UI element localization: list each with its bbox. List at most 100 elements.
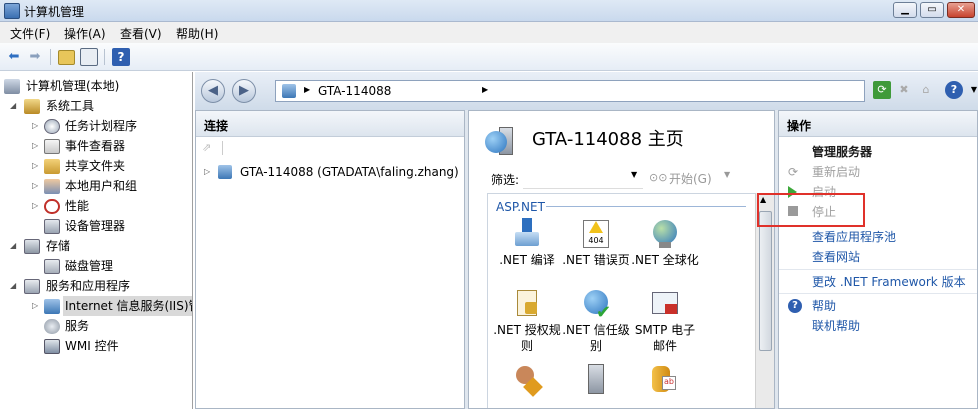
actions-divider [779, 269, 977, 270]
net-error-pages-icon: 404 [580, 218, 612, 250]
feature-net-authorization[interactable]: .NET 授权规则 [492, 288, 562, 354]
expand-icon[interactable]: ▷ [32, 116, 42, 136]
computer-icon [4, 79, 20, 94]
minimize-button[interactable]: ▁ [893, 2, 917, 18]
collapse-icon[interactable]: ◢ [10, 96, 20, 116]
change-net-framework-link[interactable]: 更改 .NET Framework 版本 [812, 273, 966, 291]
feature-net-trust-levels[interactable]: ✔ .NET 信任级别 [561, 288, 631, 354]
page-title: GTA-114088 主页 [532, 129, 684, 150]
breadcrumb-arrow-icon[interactable]: ▶ [482, 85, 488, 94]
shared-folder-icon [44, 159, 60, 174]
help-icon: ? [788, 299, 802, 313]
chevron-down-icon[interactable]: ▼ [631, 170, 637, 179]
stop-icon[interactable]: ✖ [895, 81, 913, 99]
menu-file[interactable]: 文件(F) [10, 25, 50, 42]
iis-icon [44, 299, 60, 314]
help-icon[interactable]: ? [945, 81, 963, 99]
actions-panel: 操作 管理服务器 ⟳ 重新启动 启动 停止 查看应用程序池 查看网站 更改 .N… [778, 110, 978, 409]
back-arrow-icon[interactable]: ⬅ [5, 48, 23, 66]
breadcrumb-arrow-icon[interactable]: ▶ [304, 85, 310, 94]
connections-panel: 连接 ⇗ ▷ GTA-114088 (GTADATA\faling.zhang) [195, 110, 465, 409]
start-button[interactable]: 开始(G) [669, 170, 712, 187]
restart-icon: ⟳ [788, 165, 799, 179]
maximize-button[interactable]: ▭ [920, 2, 944, 18]
home-panel: GTA-114088 主页 筛选: ▼ ⊙⊙ 开始(G) ▼ ASP.NET .… [468, 110, 775, 409]
net-compile-icon [511, 218, 543, 250]
performance-icon [44, 199, 60, 214]
scrollbar-thumb[interactable] [759, 211, 772, 351]
toolbar-separator [222, 141, 223, 155]
toolbar: ⬅ ➡ ? [0, 43, 978, 71]
feature-net-globalization[interactable]: .NET 全球化 [630, 218, 700, 268]
menu-bar: 文件(F) 操作(A) 查看(V) 帮助(H) [0, 22, 978, 43]
iis-manager: ◀ ▶ ▶ GTA-114088 ▶ ⟳ ✖ ⌂ ? ▼ 连接 ⇗ ▷ GTA-… [195, 72, 978, 409]
collapse-icon[interactable]: ◢ [10, 276, 20, 296]
filter-bar: 筛选: ▼ ⊙⊙ 开始(G) ▼ [487, 167, 763, 191]
gear-icon [44, 319, 60, 334]
server-icon [218, 165, 232, 179]
section-divider [546, 206, 746, 207]
device-manager-icon [44, 219, 60, 234]
storage-icon [24, 239, 40, 254]
console-tree: 计算机管理(本地) ◢ 系统工具 ▷ 任务计划程序 ▷ 事件查看器 ▷ 共享文件… [0, 72, 193, 409]
address-bar[interactable]: ▶ GTA-114088 ▶ [275, 80, 865, 102]
database-feature-icon[interactable]: ab [648, 364, 680, 396]
connections-header: 连接 [196, 111, 464, 137]
breadcrumb-server[interactable]: GTA-114088 [318, 84, 391, 98]
window-title: 计算机管理 [24, 5, 85, 19]
menu-action[interactable]: 操作(A) [64, 25, 106, 42]
services-apps-icon [24, 279, 40, 294]
net-authorization-icon [511, 288, 543, 320]
feature-net-error-pages[interactable]: 404 .NET 错误页 [561, 218, 631, 268]
help-icon[interactable]: ? [112, 48, 130, 66]
forward-arrow-icon[interactable]: ➡ [26, 48, 44, 66]
filter-label: 筛选: [491, 173, 520, 187]
user-feature-icon[interactable] [510, 364, 543, 397]
features-view: ASP.NET .NET 编译 404 .NET 错误页 .NET 全球化 .N… [487, 193, 755, 408]
expand-icon[interactable]: ▷ [32, 176, 42, 196]
chevron-down-icon[interactable]: ▼ [724, 170, 730, 179]
view-sites-link[interactable]: 查看网站 [812, 248, 860, 266]
connect-icon[interactable]: ⇗ [202, 141, 216, 155]
expand-icon[interactable]: ▷ [32, 296, 42, 316]
address-bar-area: ◀ ▶ ▶ GTA-114088 ▶ ⟳ ✖ ⌂ ? ▼ [195, 72, 978, 110]
users-icon [44, 179, 60, 194]
expand-icon[interactable]: ▷ [32, 196, 42, 216]
refresh-icon[interactable]: ⟳ [873, 81, 891, 99]
event-viewer-icon [44, 139, 60, 154]
home-icon[interactable]: ⌂ [917, 81, 935, 99]
feature-smtp-email[interactable]: SMTP 电子邮件 [630, 288, 700, 354]
net-globalization-icon [649, 218, 681, 250]
help-link[interactable]: 帮助 [812, 297, 836, 315]
close-button[interactable]: ✕ [947, 2, 975, 18]
toolbar-separator [104, 49, 105, 65]
menu-help[interactable]: 帮助(H) [176, 25, 218, 42]
server-globe-icon [483, 123, 517, 157]
clock-icon [44, 119, 60, 134]
online-help-link[interactable]: 联机帮助 [812, 317, 860, 335]
view-app-pools-link[interactable]: 查看应用程序池 [812, 228, 896, 246]
feature-net-compile[interactable]: .NET 编译 [492, 218, 562, 268]
forward-button[interactable]: ▶ [232, 79, 256, 103]
net-trust-levels-icon: ✔ [580, 288, 612, 323]
highlight-annotation-box [757, 193, 865, 227]
expand-icon[interactable]: ▷ [204, 163, 210, 181]
smtp-email-icon [649, 288, 681, 320]
key-feature-icon[interactable] [580, 364, 612, 396]
show-hide-tree-icon[interactable] [80, 48, 98, 66]
manage-server-heading: 管理服务器 [812, 145, 873, 159]
up-folder-icon[interactable] [58, 50, 75, 65]
help-dropdown-icon[interactable]: ▼ [965, 81, 978, 99]
title-bar: 计算机管理 ▁ ▭ ✕ [0, 0, 978, 22]
disk-icon [44, 259, 60, 274]
collapse-icon[interactable]: ◢ [10, 236, 20, 256]
expand-icon[interactable]: ▷ [32, 156, 42, 176]
menu-view[interactable]: 查看(V) [120, 25, 162, 42]
actions-divider [779, 293, 977, 294]
filter-input[interactable] [523, 167, 643, 189]
toolbar-separator [50, 49, 51, 65]
expand-icon[interactable]: ▷ [32, 136, 42, 156]
restart-action[interactable]: 重新启动 [812, 163, 860, 181]
back-button[interactable]: ◀ [201, 79, 225, 103]
section-header: ASP.NET [496, 200, 545, 214]
